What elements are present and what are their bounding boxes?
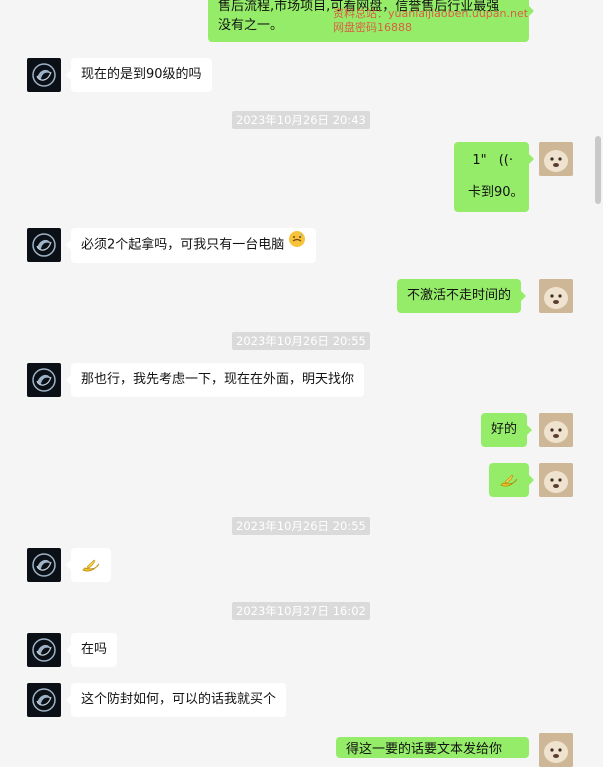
contact-avatar[interactable]	[27, 683, 61, 717]
message-bubble-self[interactable]: 好的	[481, 413, 533, 447]
self-avatar[interactable]	[539, 279, 573, 313]
message-bubble-other[interactable]: 必须2个起拿吗，可我只有一台电脑	[65, 228, 317, 263]
voice-message-bubble[interactable]: 1" ((· 卡到90。	[454, 142, 534, 212]
message-text: 不激活不走时间的	[407, 288, 512, 303]
contact-avatar[interactable]	[27, 548, 61, 582]
self-avatar[interactable]	[539, 463, 573, 497]
timestamp: 2023年10月27日 16:02	[232, 602, 370, 620]
contact-avatar[interactable]	[27, 363, 61, 397]
scrollbar-thumb[interactable]	[595, 136, 601, 204]
message-text: 现在的是到90级的吗	[81, 67, 202, 82]
message-bubble-other[interactable]: 在吗	[65, 633, 118, 667]
contact-avatar[interactable]	[27, 633, 61, 667]
message-bubble-self[interactable]: 得这一要的话要文本发给你	[336, 737, 529, 758]
message-bubble-other[interactable]	[66, 548, 111, 582]
self-avatar[interactable]	[539, 413, 573, 447]
message-bubble-other[interactable]: 现在的是到90级的吗	[66, 58, 212, 92]
self-avatar[interactable]	[539, 733, 573, 767]
self-avatar[interactable]	[539, 142, 573, 176]
timestamp: 2023年10月26日 20:55	[232, 517, 370, 535]
timestamp: 2023年10月26日 20:55	[232, 332, 370, 350]
message-text: 好的	[491, 422, 518, 437]
message-bubble-self[interactable]: 不激活不走时间的	[397, 279, 527, 313]
voice-wave-icon: ((·	[498, 153, 513, 168]
message-text: 得这一要的话要文本发给你	[346, 742, 503, 757]
voice-duration: 1"	[472, 153, 487, 168]
message-bubble-other[interactable]: 这个防封如何，可以的话我就买个	[65, 683, 287, 717]
banana-emoji	[81, 556, 101, 590]
message-bubble-other[interactable]: 那也行，我先考虑一下，现在在外面，明天找你	[65, 363, 365, 397]
banana-emoji	[499, 471, 519, 505]
voice-transcript: 卡到90。	[468, 185, 524, 200]
watermark: 资料总站：yuanlaijiaoben.uupan.net 网盘密码16888	[333, 7, 529, 34]
contact-avatar[interactable]	[27, 228, 61, 262]
message-text: 那也行，我先考虑一下，现在在外面，明天找你	[81, 372, 355, 387]
contact-avatar[interactable]	[27, 58, 61, 92]
message-text: 必须2个起拿吗，可我只有一台电脑	[81, 237, 285, 253]
cold-sweat-emoji	[288, 228, 306, 262]
timestamp: 2023年10月26日 20:43	[232, 111, 370, 129]
message-bubble-self[interactable]	[489, 463, 534, 497]
message-text: 在吗	[81, 642, 108, 657]
message-text: 这个防封如何，可以的话我就买个	[81, 692, 277, 707]
